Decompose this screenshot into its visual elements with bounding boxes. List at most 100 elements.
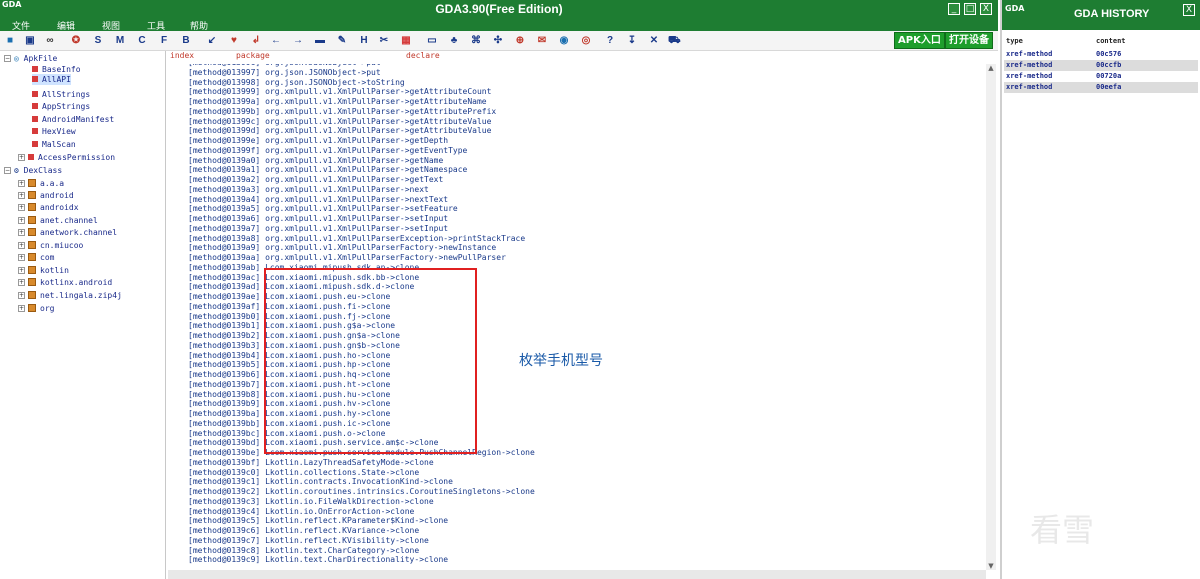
tree-node-apkfile[interactable]: − ◎ ApkFile <box>4 53 57 64</box>
bug-icon[interactable]: ✎ <box>336 34 348 48</box>
history-row[interactable]: xref-method 00ccfb <box>1004 60 1198 71</box>
column-header-package[interactable]: package <box>236 51 270 63</box>
android-icon[interactable]: ♣ <box>448 34 460 48</box>
search-classes-button[interactable]: C <box>136 34 148 48</box>
cart-icon[interactable]: ⛟ <box>668 34 681 48</box>
expand-icon[interactable]: + <box>18 267 25 274</box>
tree-node-allapi[interactable]: AllAPI <box>32 74 71 85</box>
download-icon[interactable]: ↧ <box>626 34 638 48</box>
forward-arrow-icon[interactable]: → <box>292 34 304 48</box>
tree-node-package[interactable]: + net.lingala.zip4j <box>18 290 122 301</box>
method-row[interactable]: [method@01399a] org.xmlpull.v1.XmlPullPa… <box>188 97 487 107</box>
history-close-button[interactable]: X <box>1183 4 1195 16</box>
column-header-declare[interactable]: declare <box>406 51 440 63</box>
method-row[interactable]: [method@01399b] org.xmlpull.v1.XmlPullPa… <box>188 107 496 117</box>
method-row[interactable]: [method@0139aa] org.xmlpull.v1.XmlPullPa… <box>188 253 506 263</box>
tree-node-package[interactable]: + a.a.a <box>18 178 64 189</box>
search-methods-button[interactable]: M <box>114 34 126 48</box>
expand-icon[interactable]: + <box>18 229 25 236</box>
tree-node-package[interactable]: + kotlin <box>18 265 69 276</box>
expand-icon[interactable]: + <box>18 279 25 286</box>
tree-node-accesspermission[interactable]: + AccessPermission <box>18 152 115 163</box>
method-row[interactable]: [method@0139a8] org.xmlpull.v1.XmlPullPa… <box>188 234 525 244</box>
expand-icon[interactable]: + <box>18 242 25 249</box>
jump-icon[interactable]: ↙ <box>206 34 218 48</box>
return-icon[interactable]: ↲ <box>250 34 262 48</box>
method-row[interactable]: [method@013997] org.json.JSONObject->put <box>188 68 381 78</box>
method-row[interactable]: [method@0139a2] org.xmlpull.v1.XmlPullPa… <box>188 175 443 185</box>
minimize-button[interactable]: _ <box>948 3 960 15</box>
method-row[interactable]: [method@0139c2] Lkotlin.coroutines.intri… <box>188 487 535 497</box>
maximize-button[interactable]: □ <box>964 3 976 15</box>
expand-icon[interactable]: + <box>18 180 25 187</box>
method-row[interactable]: [method@0139a6] org.xmlpull.v1.XmlPullPa… <box>188 214 448 224</box>
close-button[interactable]: X <box>980 3 992 15</box>
tree-node-appstrings[interactable]: AppStrings <box>32 101 90 112</box>
method-row[interactable]: [method@0139c9] Lkotlin.text.CharDirecti… <box>188 555 448 565</box>
screen-icon[interactable]: ▭ <box>426 34 438 48</box>
tree-node-package[interactable]: + com <box>18 252 54 263</box>
tree-node-package[interactable]: + anetwork.channel <box>18 227 117 238</box>
method-row[interactable]: [method@0139c7] Lkotlin.reflect.KVisibil… <box>188 536 429 546</box>
method-row[interactable]: [method@0139a3] org.xmlpull.v1.XmlPullPa… <box>188 185 429 195</box>
method-row[interactable]: [method@0139a4] org.xmlpull.v1.XmlPullPa… <box>188 195 448 205</box>
history-row[interactable]: xref-method 00eefa <box>1004 82 1198 93</box>
vertical-scrollbar[interactable]: ▲ ▼ <box>986 64 996 570</box>
method-row[interactable]: [method@01399e] org.xmlpull.v1.XmlPullPa… <box>188 136 448 146</box>
cross-icon[interactable]: ✕ <box>648 34 660 48</box>
horizontal-scrollbar[interactable] <box>168 570 986 579</box>
history-row[interactable]: xref-method 00720a <box>1004 71 1198 82</box>
bookmark-button[interactable]: B <box>180 34 192 48</box>
scroll-up-icon[interactable]: ▲ <box>987 64 995 72</box>
book-icon[interactable]: ■ <box>4 34 16 48</box>
eye-icon[interactable]: ◉ <box>558 34 570 48</box>
method-row[interactable]: [method@01399c] org.xmlpull.v1.XmlPullPa… <box>188 117 491 127</box>
help-icon[interactable]: ? <box>604 34 616 48</box>
tree-node-malscan[interactable]: MalScan <box>32 139 76 150</box>
code-icon[interactable]: ⌘ <box>470 34 482 48</box>
collapse-icon[interactable]: − <box>4 167 11 174</box>
method-row[interactable]: [method@0139a5] org.xmlpull.v1.XmlPullPa… <box>188 204 458 214</box>
tree-node-package[interactable]: + anet.channel <box>18 215 98 226</box>
expand-icon[interactable]: + <box>18 192 25 199</box>
palette-icon[interactable]: ▦ <box>400 34 412 48</box>
method-row[interactable]: [method@0139c0] Lkotlin.collections.Stat… <box>188 468 419 478</box>
method-row[interactable]: [method@0139c4] Lkotlin.io.OnErrorAction… <box>188 507 414 517</box>
tools-icon[interactable]: ✂ <box>378 34 390 48</box>
history-row[interactable]: xref-method 00c576 <box>1004 49 1198 60</box>
tree-node-androidmanifest[interactable]: AndroidManifest <box>32 114 114 125</box>
expand-icon[interactable]: + <box>18 292 25 299</box>
scroll-down-icon[interactable]: ▼ <box>987 562 995 570</box>
globe-icon[interactable]: ⊕ <box>514 34 526 48</box>
method-row[interactable]: [method@0139a7] org.xmlpull.v1.XmlPullPa… <box>188 224 448 234</box>
link-icon[interactable]: ∞ <box>44 34 56 48</box>
expand-icon[interactable]: + <box>18 154 25 161</box>
method-row[interactable]: [method@01399d] org.xmlpull.v1.XmlPullPa… <box>188 126 491 136</box>
apk-entry-button[interactable]: APK入口 <box>894 32 945 49</box>
tree-node-allstrings[interactable]: AllStrings <box>32 89 90 100</box>
save-icon[interactable]: ▣ <box>24 34 36 48</box>
method-row[interactable]: [method@0139c1] Lkotlin.contracts.Invoca… <box>188 477 453 487</box>
expand-icon[interactable]: + <box>18 204 25 211</box>
car-icon[interactable]: ▬ <box>314 34 326 48</box>
goto-icon[interactable]: ♥ <box>228 34 240 48</box>
tree-node-package[interactable]: + android <box>18 190 74 201</box>
search-fields-button[interactable]: F <box>158 34 170 48</box>
tree-node-package[interactable]: + org <box>18 303 54 314</box>
tree-node-package[interactable]: + cn.miucoo <box>18 240 83 251</box>
tree-node-package[interactable]: + androidx <box>18 202 79 213</box>
method-row[interactable]: [method@01399f] org.xmlpull.v1.XmlPullPa… <box>188 146 467 156</box>
expand-icon[interactable]: + <box>18 217 25 224</box>
collapse-icon[interactable]: − <box>4 55 11 62</box>
tree-node-package[interactable]: + kotlinx.android <box>18 277 112 288</box>
back-arrow-icon[interactable]: ← <box>270 34 282 48</box>
tree-node-hexview[interactable]: HexView <box>32 126 76 137</box>
hex-button[interactable]: H <box>358 34 370 48</box>
method-row[interactable]: [method@013998] org.json.JSONObject->toS… <box>188 78 405 88</box>
method-row[interactable]: [method@0139a0] org.xmlpull.v1.XmlPullPa… <box>188 156 443 166</box>
expand-icon[interactable]: + <box>18 305 25 312</box>
mail-icon[interactable]: ✉ <box>536 34 548 48</box>
target-icon[interactable]: ◎ <box>580 34 592 48</box>
expand-icon[interactable]: + <box>18 254 25 261</box>
method-row[interactable]: [method@0139c5] Lkotlin.reflect.KParamet… <box>188 516 448 526</box>
